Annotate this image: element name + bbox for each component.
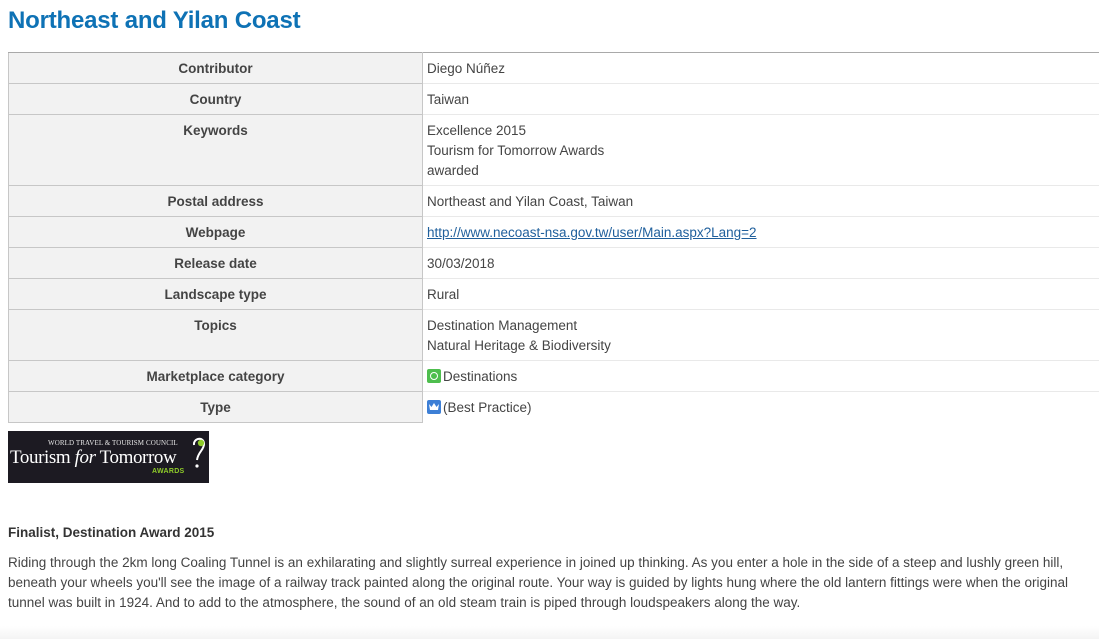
award-description: Riding through the 2km long Coaling Tunn… bbox=[8, 555, 1068, 610]
row-release-date: Release date 30/03/2018 bbox=[8, 247, 1099, 279]
webpage-value: http://www.necoast-nsa.gov.tw/user/Main.… bbox=[422, 216, 1099, 248]
page-title: Northeast and Yilan Coast bbox=[8, 7, 301, 34]
release-date-label: Release date bbox=[8, 247, 423, 279]
postal-address-value: Northeast and Yilan Coast, Taiwan bbox=[422, 185, 1099, 217]
keyword-item: awarded bbox=[427, 163, 479, 178]
country-label: Country bbox=[8, 83, 423, 115]
contributor-label: Contributor bbox=[8, 52, 423, 84]
keyword-item: Excellence 2015 bbox=[427, 123, 527, 138]
contributor-value: Diego Núñez bbox=[422, 52, 1099, 84]
row-type: Type (Best Practice) bbox=[8, 391, 1099, 423]
marketplace-category-value: Destinations bbox=[422, 360, 1099, 392]
destinations-icon bbox=[427, 369, 441, 383]
bottom-fade bbox=[0, 626, 1099, 639]
type-value: (Best Practice) bbox=[423, 392, 1099, 423]
topic-item: Natural Heritage & Biodiversity bbox=[427, 338, 611, 353]
postal-address-label: Postal address bbox=[8, 185, 423, 217]
landscape-type-value: Rural bbox=[422, 278, 1099, 310]
keywords-label: Keywords bbox=[8, 114, 423, 186]
webpage-link[interactable]: http://www.necoast-nsa.gov.tw/user/Main.… bbox=[427, 225, 757, 240]
landscape-type-label: Landscape type bbox=[8, 278, 423, 310]
type-text: (Best Practice) bbox=[443, 400, 532, 415]
row-topics: Topics Destination Management Natural He… bbox=[8, 309, 1099, 361]
logo-awards-text: AWARDS bbox=[152, 468, 185, 475]
webpage-label: Webpage bbox=[8, 216, 423, 248]
topic-item: Destination Management bbox=[427, 318, 578, 333]
keywords-value: Excellence 2015 Tourism for Tomorrow Awa… bbox=[422, 114, 1099, 186]
row-landscape-type: Landscape type Rural bbox=[8, 278, 1099, 310]
page: Northeast and Yilan Coast Contributor Di… bbox=[0, 0, 1099, 639]
details-table: Contributor Diego Núñez Country Taiwan K… bbox=[8, 52, 1099, 423]
row-postal-address: Postal address Northeast and Yilan Coast… bbox=[8, 185, 1099, 217]
award-title: Finalist, Destination Award 2015 bbox=[8, 525, 215, 540]
type-label: Type bbox=[8, 391, 423, 423]
tourism-for-tomorrow-logo: WORLD TRAVEL & TOURISM COUNCIL Tourism f… bbox=[8, 431, 209, 483]
crown-icon bbox=[427, 400, 441, 414]
country-value: Taiwan bbox=[422, 83, 1099, 115]
logo-main-text: Tourism for Tomorrow bbox=[10, 447, 177, 468]
marketplace-category-label: Marketplace category bbox=[8, 360, 423, 392]
keyword-item: Tourism for Tomorrow Awards bbox=[427, 143, 605, 158]
marketplace-category-text: Destinations bbox=[443, 369, 518, 384]
row-country: Country Taiwan bbox=[8, 83, 1099, 115]
release-date-value: 30/03/2018 bbox=[422, 247, 1099, 279]
row-keywords: Keywords Excellence 2015 Tourism for Tom… bbox=[8, 114, 1099, 186]
row-marketplace-category: Marketplace category Destinations bbox=[8, 360, 1099, 392]
row-webpage: Webpage http://www.necoast-nsa.gov.tw/us… bbox=[8, 216, 1099, 248]
topics-value: Destination Management Natural Heritage … bbox=[422, 309, 1099, 361]
logo-council-text: WORLD TRAVEL & TOURISM COUNCIL bbox=[48, 439, 178, 447]
row-contributor: Contributor Diego Núñez bbox=[8, 52, 1099, 84]
topics-label: Topics bbox=[8, 309, 423, 361]
logo-mark-icon bbox=[192, 437, 206, 468]
